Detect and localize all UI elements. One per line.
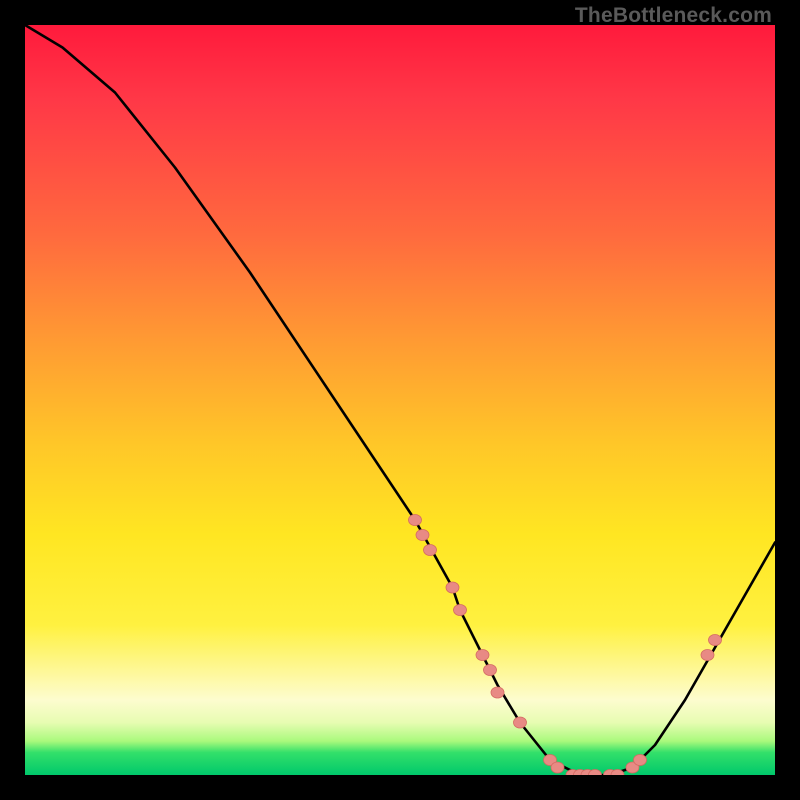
- curve-marker: [574, 770, 587, 776]
- plot-area: [25, 25, 775, 775]
- curve-marker: [566, 770, 579, 776]
- curve-marker: [424, 545, 437, 556]
- curve-marker: [446, 582, 459, 593]
- curve-marker: [551, 762, 564, 773]
- marker-group: [409, 515, 722, 776]
- curve-marker: [581, 770, 594, 776]
- chart-svg: [25, 25, 775, 775]
- curve-marker: [476, 650, 489, 661]
- curve-marker: [626, 762, 639, 773]
- curve-marker: [634, 755, 647, 766]
- curve-marker: [454, 605, 467, 616]
- curve-marker: [484, 665, 497, 676]
- curve-marker: [514, 717, 527, 728]
- curve-marker: [544, 755, 557, 766]
- curve-marker: [611, 770, 624, 776]
- curve-marker: [491, 687, 504, 698]
- curve-marker: [416, 530, 429, 541]
- curve-marker: [701, 650, 714, 661]
- curve-marker: [604, 770, 617, 776]
- curve-marker: [409, 515, 422, 526]
- curve-marker: [709, 635, 722, 646]
- curve-marker: [589, 770, 602, 776]
- bottleneck-curve: [25, 25, 775, 775]
- figure-canvas: TheBottleneck.com: [0, 0, 800, 800]
